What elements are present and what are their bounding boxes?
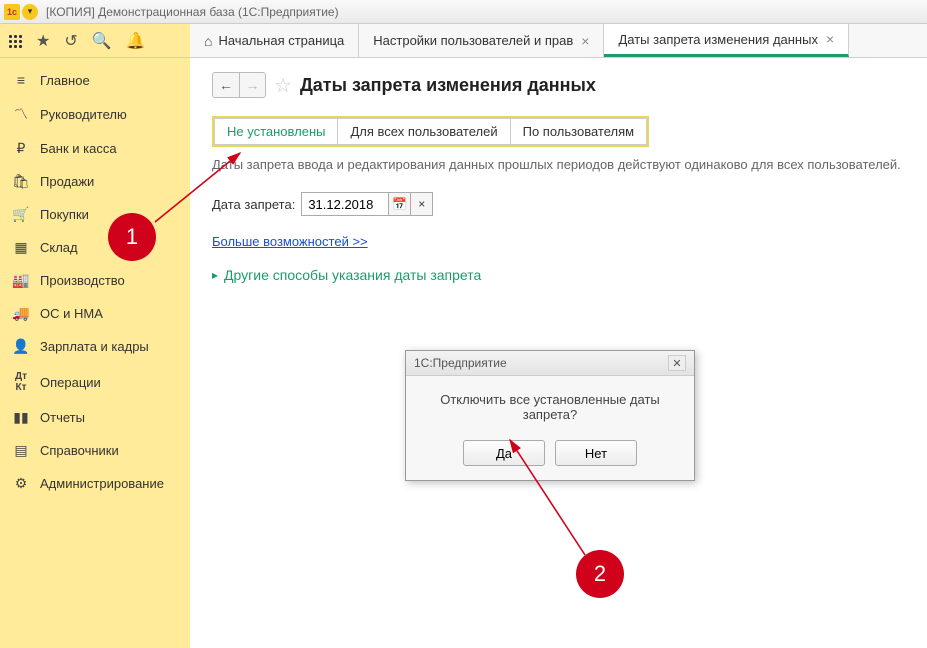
dialog-message: Отключить все установленные даты запрета…: [420, 392, 680, 422]
tab-label: Настройки пользователей и прав: [373, 33, 573, 48]
sidebar-item-bank[interactable]: ₽ Банк и касса: [0, 132, 190, 165]
favorite-star-icon[interactable]: ☆: [274, 73, 292, 98]
forward-button[interactable]: →: [239, 73, 265, 97]
date-input-group: 📅 ×: [301, 192, 433, 216]
close-icon[interactable]: ×: [826, 31, 834, 47]
seg-all-users[interactable]: Для всех пользователей: [338, 118, 510, 145]
sidebar-label: Зарплата и кадры: [40, 339, 149, 354]
confirm-dialog: 1С:Предприятие ✕ Отключить все установле…: [405, 350, 695, 481]
sidebar-item-main[interactable]: ≡ Главное: [0, 64, 190, 96]
bag-icon: 🛍: [12, 173, 30, 190]
sidebar-item-warehouse[interactable]: ▦ Склад: [0, 231, 190, 264]
toolbar-icons: ★ ↺ 🔍 🔔: [0, 24, 190, 57]
calendar-icon[interactable]: 📅: [388, 193, 410, 215]
sidebar-item-production[interactable]: 🏭 Производство: [0, 264, 190, 297]
sidebar-label: Администрирование: [40, 476, 164, 491]
sidebar-item-assets[interactable]: 🚚 ОС и НМА: [0, 297, 190, 330]
person-icon: 👤: [12, 338, 30, 355]
bar-chart-icon: ▮▮: [12, 409, 30, 426]
description-text: Даты запрета ввода и редактирования данн…: [212, 157, 905, 172]
sidebar-label: Операции: [40, 375, 101, 390]
truck-icon: 🚚: [12, 305, 30, 322]
app-menu-dropdown[interactable]: ▾: [22, 4, 38, 20]
other-methods-expander[interactable]: ▸ Другие способы указания даты запрета: [212, 267, 905, 283]
home-icon: ⌂: [204, 33, 212, 49]
clear-icon[interactable]: ×: [410, 193, 432, 215]
gear-icon: ⚙: [12, 475, 30, 492]
annotation-callout-1: 1: [108, 213, 156, 261]
sidebar-label: Главное: [40, 73, 90, 88]
tab-label: Даты запрета изменения данных: [618, 32, 817, 47]
sidebar-label: Банк и касса: [40, 141, 117, 156]
window-title: [КОПИЯ] Демонстрационная база (1С:Предпр…: [46, 5, 339, 19]
sidebar-label: Производство: [40, 273, 125, 288]
toolbar-row: ★ ↺ 🔍 🔔 ⌂ Начальная страница Настройки п…: [0, 24, 927, 58]
history-icon[interactable]: ↺: [64, 31, 77, 51]
date-label: Дата запрета:: [212, 197, 295, 212]
tab-label: Начальная страница: [218, 33, 344, 48]
page-title: Даты запрета изменения данных: [300, 75, 596, 96]
seg-not-set[interactable]: Не установлены: [214, 118, 338, 145]
sidebar-label: Отчеты: [40, 410, 85, 425]
app-logo-icon: 1c: [4, 4, 20, 20]
sidebar-item-operations[interactable]: ДтКт Операции: [0, 363, 190, 401]
tab-user-settings[interactable]: Настройки пользователей и прав ×: [359, 24, 604, 57]
dialog-title-bar: 1С:Предприятие ✕: [406, 351, 694, 376]
dialog-yes-button[interactable]: Да: [463, 440, 545, 466]
boxes-icon: ▦: [12, 239, 30, 256]
chart-up-icon: 〽: [12, 104, 30, 124]
close-icon[interactable]: ×: [581, 33, 589, 49]
sidebar-label: ОС и НМА: [40, 306, 103, 321]
book-icon: ▤: [12, 442, 30, 459]
sidebar-item-purchases[interactable]: 🛒 Покупки: [0, 198, 190, 231]
notifications-icon[interactable]: 🔔: [126, 31, 146, 51]
sidebar-label: Склад: [40, 240, 78, 255]
tab-change-dates[interactable]: Даты запрета изменения данных ×: [604, 24, 849, 57]
sidebar-label: Справочники: [40, 443, 119, 458]
sidebar-label: Продажи: [40, 174, 94, 189]
sidebar-item-reference[interactable]: ▤ Справочники: [0, 434, 190, 467]
mode-segmented-control: Не установлены Для всех пользователей По…: [212, 116, 649, 147]
annotation-callout-2: 2: [576, 550, 624, 598]
sidebar-item-admin[interactable]: ⚙ Администрирование: [0, 467, 190, 500]
dialog-title: 1С:Предприятие: [414, 356, 507, 370]
chevron-right-icon: ▸: [212, 268, 218, 282]
expander-label: Другие способы указания даты запрета: [224, 267, 481, 283]
operations-icon: ДтКт: [12, 371, 30, 393]
date-field[interactable]: [302, 197, 388, 212]
back-button[interactable]: ←: [213, 73, 239, 97]
sidebar-item-sales[interactable]: 🛍 Продажи: [0, 165, 190, 198]
seg-by-user[interactable]: По пользователям: [511, 118, 647, 145]
nav-buttons: ← →: [212, 72, 266, 98]
tab-home[interactable]: ⌂ Начальная страница: [190, 24, 359, 57]
sidebar-item-salary[interactable]: 👤 Зарплата и кадры: [0, 330, 190, 363]
dialog-no-button[interactable]: Нет: [555, 440, 637, 466]
dialog-close-icon[interactable]: ✕: [668, 355, 686, 371]
apps-icon[interactable]: [8, 34, 22, 48]
menu-icon: ≡: [12, 72, 30, 88]
cart-icon: 🛒: [12, 206, 30, 223]
factory-icon: 🏭: [12, 272, 30, 289]
sidebar-label: Руководителю: [40, 107, 127, 122]
sidebar: ≡ Главное 〽 Руководителю ₽ Банк и касса 🛍 Пр…: [0, 58, 190, 648]
tab-bar: ⌂ Начальная страница Настройки пользоват…: [190, 24, 927, 57]
sidebar-item-reports[interactable]: ▮▮ Отчеты: [0, 401, 190, 434]
window-title-bar: 1c ▾ [КОПИЯ] Демонстрационная база (1С:П…: [0, 0, 927, 24]
search-icon[interactable]: 🔍: [92, 31, 112, 51]
more-options-link[interactable]: Больше возможностей >>: [212, 234, 368, 249]
favorites-icon[interactable]: ★: [36, 31, 50, 51]
sidebar-label: Покупки: [40, 207, 89, 222]
sidebar-item-manager[interactable]: 〽 Руководителю: [0, 96, 190, 132]
ruble-icon: ₽: [12, 140, 30, 157]
